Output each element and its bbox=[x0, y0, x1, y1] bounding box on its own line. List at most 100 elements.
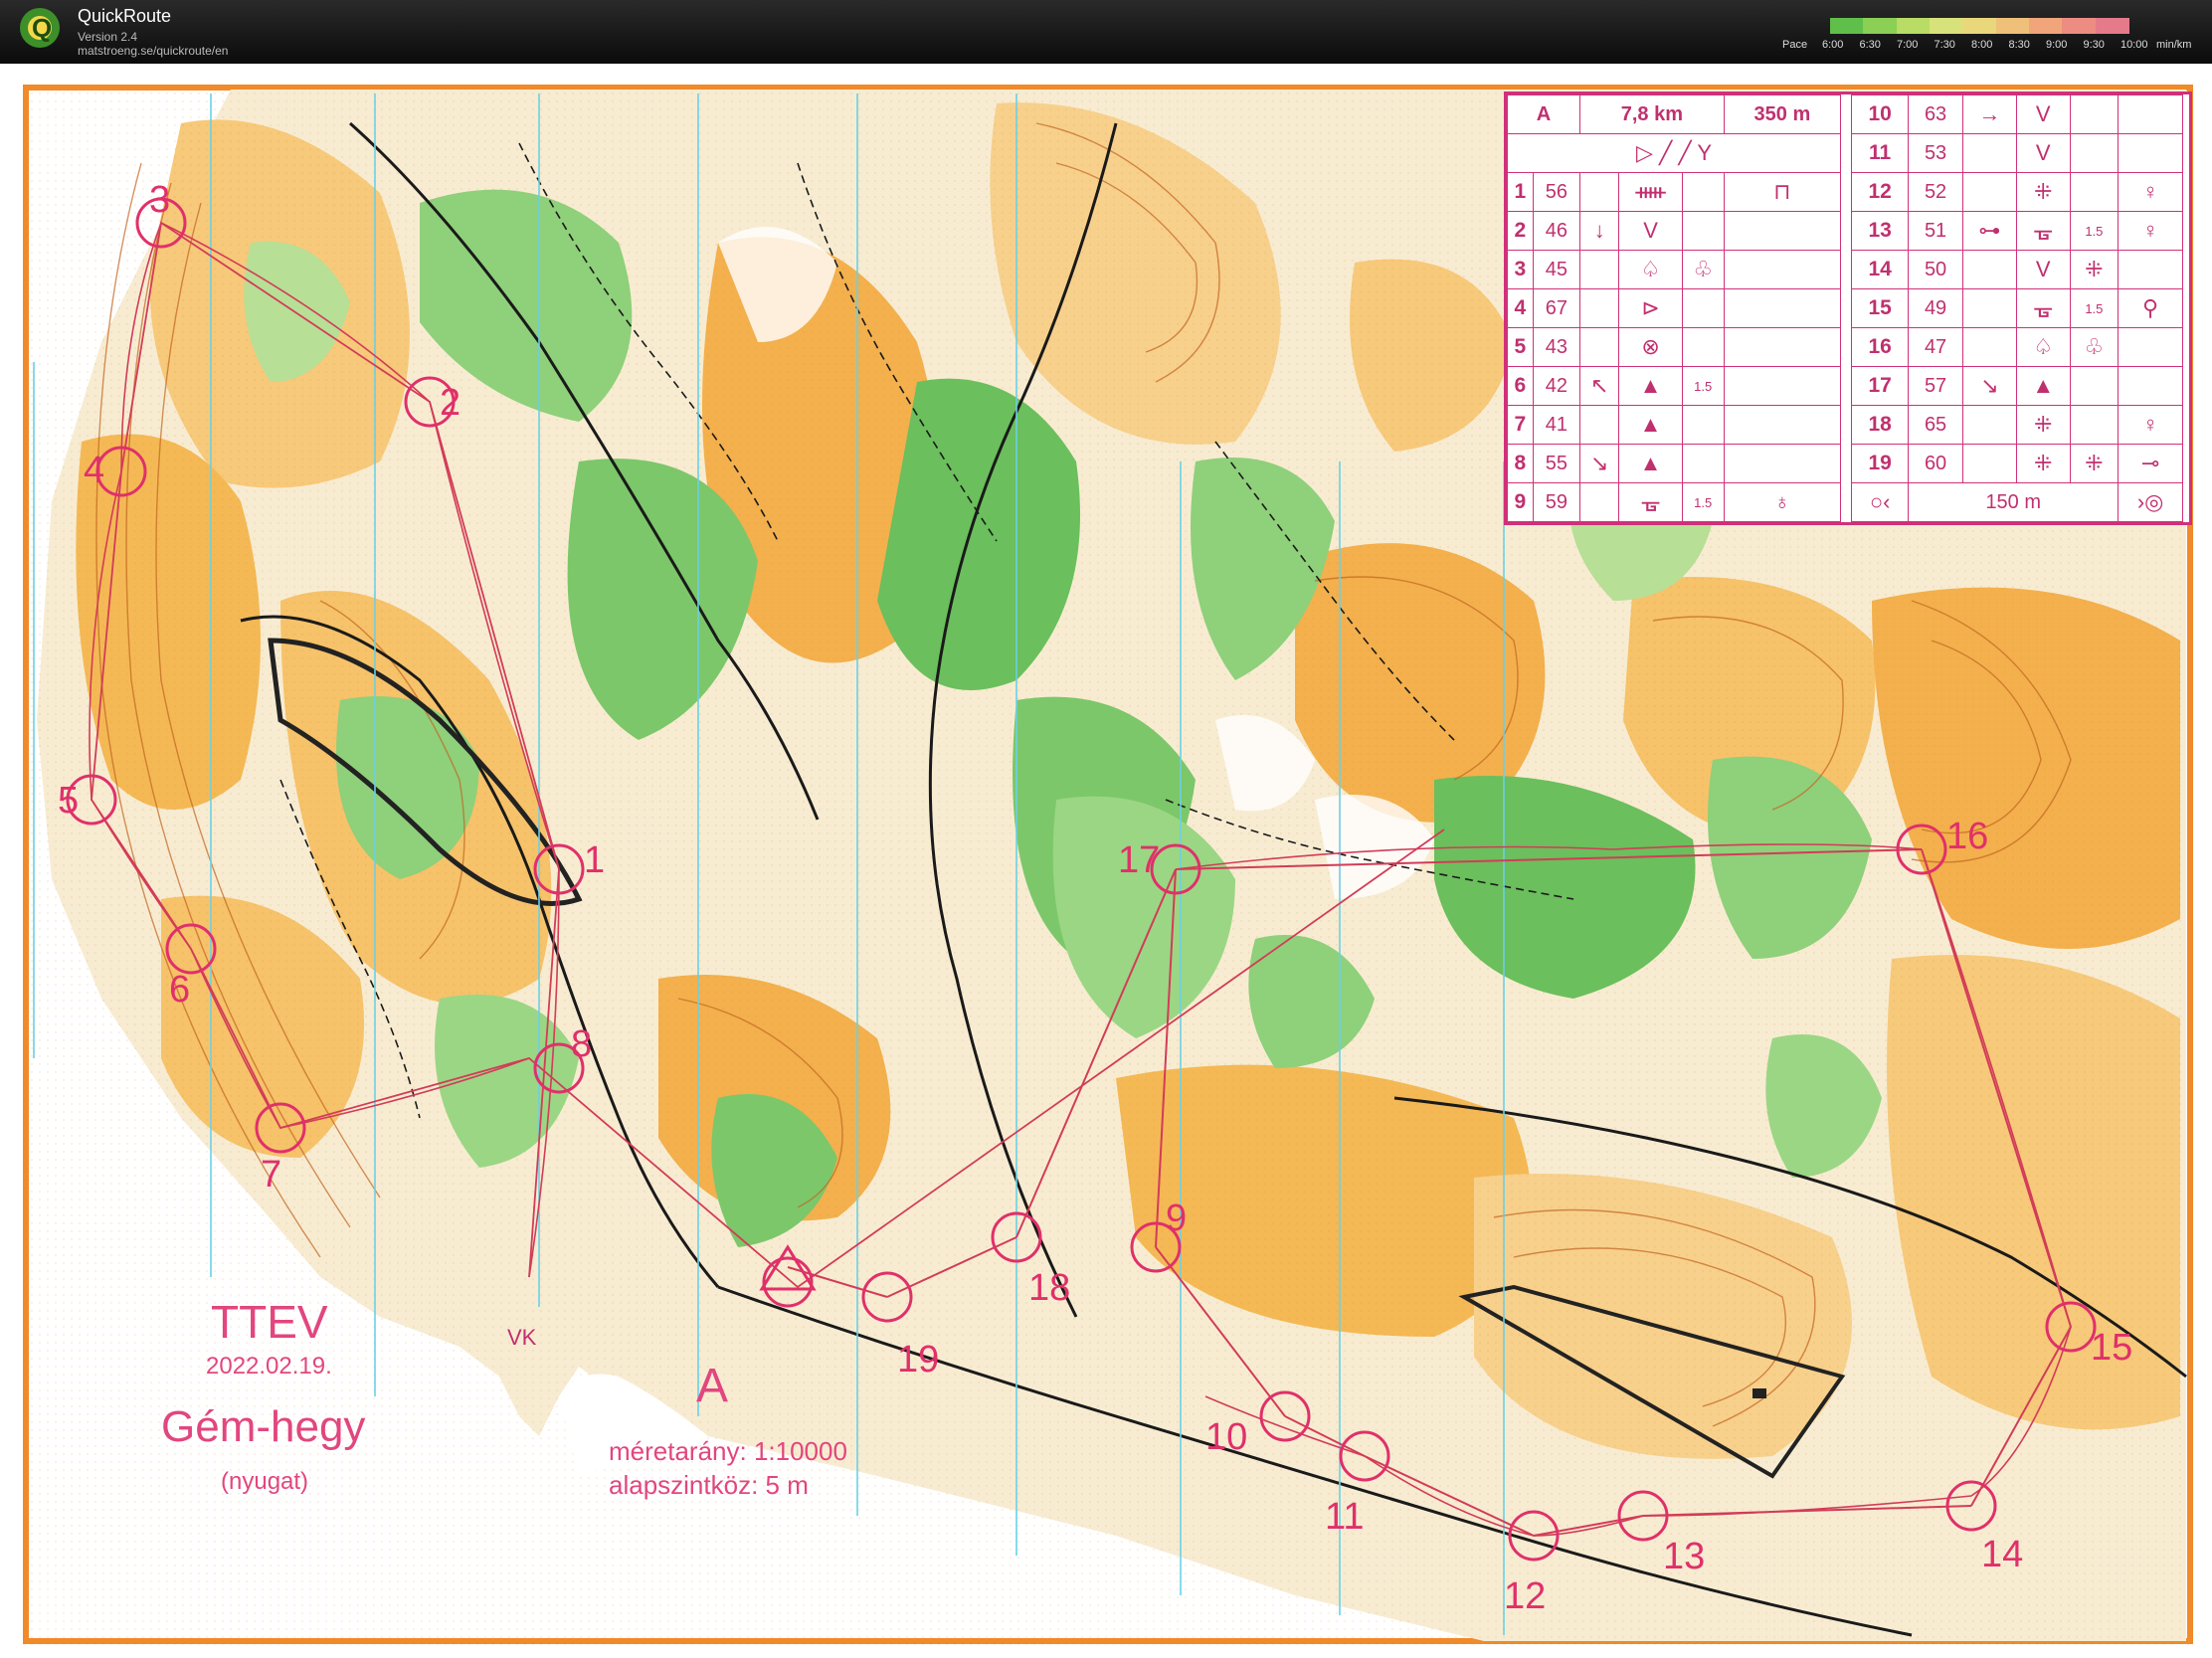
description-cell bbox=[1961, 133, 2017, 173]
description-cell bbox=[2069, 94, 2120, 134]
description-table-left: A 7,8 km 350 m ▷ ╱ ╱ Y 1 56 ᚔ ⊓ 2 46 ↓ V 3 45 ♤ ♧ 4 6… bbox=[1507, 94, 1842, 522]
description-cell: 18 bbox=[1850, 405, 1910, 445]
description-row: 5 43 ⊗ bbox=[1507, 327, 1842, 367]
desc-course: A bbox=[1507, 94, 1580, 134]
description-cell bbox=[2069, 405, 2120, 445]
quickroute-logo: Q bbox=[20, 8, 60, 48]
description-cell bbox=[2118, 133, 2183, 173]
pace-tick-label: 8:30 bbox=[2008, 39, 2030, 51]
description-cell: 9 bbox=[1507, 482, 1534, 522]
pace-color-scale bbox=[1830, 18, 2129, 34]
description-cell bbox=[2118, 94, 2183, 134]
description-cell bbox=[2069, 133, 2120, 173]
description-row: 10 63 → V bbox=[1850, 94, 2183, 134]
pace-swatch bbox=[1930, 18, 1964, 34]
description-cell bbox=[1961, 250, 2017, 289]
description-row: 14 50 V ⁜ bbox=[1850, 250, 2183, 289]
description-cell: ⊸ bbox=[2118, 444, 2183, 483]
description-cell: ⊳ bbox=[1618, 288, 1683, 328]
description-cell: ⁜ bbox=[2069, 444, 2120, 483]
description-cell: 17 bbox=[1850, 366, 1910, 406]
description-cell: ♤ bbox=[2015, 327, 2071, 367]
description-cell bbox=[1681, 211, 1725, 251]
description-row: 12 52 ⁜ ♀ bbox=[1850, 172, 2183, 212]
description-cell: V bbox=[1618, 211, 1683, 251]
description-cell bbox=[1723, 288, 1842, 328]
description-row: 8 55 ↘ ▲ bbox=[1507, 444, 1842, 483]
description-cell bbox=[1578, 482, 1620, 522]
vk-marker: VK bbox=[507, 1325, 537, 1350]
description-cell: V bbox=[2015, 250, 2071, 289]
description-cell: 1 bbox=[1507, 172, 1534, 212]
area-subtitle: (nyugat) bbox=[221, 1468, 309, 1495]
description-cell: ♧ bbox=[2069, 327, 2120, 367]
description-cell bbox=[1961, 327, 2017, 367]
control-number: 9 bbox=[1166, 1197, 1188, 1239]
description-cell: ▲ bbox=[1618, 366, 1683, 406]
description-row: 17 57 ↘ ▲ bbox=[1850, 366, 2183, 406]
orienteering-map[interactable]: 1 2 3 4 5 6 7 8 9 10 11 12 13 14 15 16 17 18 19 TTEV 2022.… bbox=[22, 84, 2194, 1645]
description-cell: ♀ bbox=[2118, 211, 2183, 251]
description-table-right: 10 63 → V 11 53 V 12 52 ⁜ ♀ 13 51 ⊶ ᚗ 1.5 ♀ 14 50 V ⁜ 15 49 ᚗ 1.… bbox=[1850, 94, 2183, 522]
description-cell bbox=[1681, 405, 1725, 445]
description-cell: 15 bbox=[1850, 288, 1910, 328]
description-cell: ᚔ bbox=[1618, 172, 1683, 212]
description-cell: 49 bbox=[1908, 288, 1963, 328]
description-cell: 42 bbox=[1532, 366, 1580, 406]
control-number: 17 bbox=[1118, 839, 1161, 881]
pace-tick-label: 9:30 bbox=[2083, 39, 2105, 51]
description-cell: 11 bbox=[1850, 133, 1910, 173]
description-cell: 59 bbox=[1532, 482, 1580, 522]
description-cell: 1.5 bbox=[2069, 211, 2120, 251]
description-cell: 1.5 bbox=[2069, 288, 2120, 328]
pace-swatch bbox=[2029, 18, 2064, 34]
description-cell: ▲ bbox=[2015, 366, 2071, 406]
description-cell bbox=[1961, 172, 2017, 212]
description-cell: 57 bbox=[1908, 366, 1963, 406]
description-row: 15 49 ᚗ 1.5 ⚲ bbox=[1850, 288, 2183, 328]
control-number: 7 bbox=[261, 1154, 282, 1196]
description-row: 3 45 ♤ ♧ bbox=[1507, 250, 1842, 289]
map-scale: méretarány: 1:10000 bbox=[609, 1436, 847, 1466]
control-number: 14 bbox=[1981, 1534, 2024, 1575]
description-cell: 55 bbox=[1532, 444, 1580, 483]
event-date: 2022.02.19. bbox=[206, 1353, 332, 1380]
description-cell: 43 bbox=[1532, 327, 1580, 367]
pace-tick-label: 6:30 bbox=[1859, 39, 1881, 51]
control-number: 12 bbox=[1504, 1575, 1547, 1617]
description-cell: 5 bbox=[1507, 327, 1534, 367]
app-url: matstroeng.se/quickroute/en bbox=[78, 44, 229, 58]
pace-swatch bbox=[2095, 18, 2129, 34]
description-cell bbox=[2118, 327, 2183, 367]
description-cell bbox=[1961, 405, 2017, 445]
description-row: 13 51 ⊶ ᚗ 1.5 ♀ bbox=[1850, 211, 2183, 251]
description-row: 18 65 ⁜ ♀ bbox=[1850, 405, 2183, 445]
control-number: 19 bbox=[897, 1339, 940, 1381]
description-row: 16 47 ♤ ♧ bbox=[1850, 327, 2183, 367]
area-name: Gém-hegy bbox=[161, 1402, 366, 1451]
description-cell: ↘ bbox=[1961, 366, 2017, 406]
description-cell: ⁜ bbox=[2015, 172, 2071, 212]
description-cell: 8 bbox=[1507, 444, 1534, 483]
pace-swatch bbox=[1995, 18, 2030, 34]
description-cell: → bbox=[1961, 94, 2017, 134]
description-cell bbox=[1723, 250, 1842, 289]
description-cell: 47 bbox=[1908, 327, 1963, 367]
description-cell bbox=[1578, 288, 1620, 328]
description-cell: 41 bbox=[1532, 405, 1580, 445]
pace-unit: min/km bbox=[2156, 39, 2192, 51]
app-version: Version 2.4 bbox=[78, 30, 138, 44]
description-cell: 1.5 bbox=[1681, 482, 1725, 522]
description-cell: V bbox=[2015, 94, 2071, 134]
description-cell: 46 bbox=[1532, 211, 1580, 251]
description-cell: 3 bbox=[1507, 250, 1534, 289]
description-row: 19 60 ⁜ ⁜ ⊸ bbox=[1850, 444, 2183, 483]
description-cell bbox=[1681, 288, 1725, 328]
description-cell: 10 bbox=[1850, 94, 1910, 134]
pace-swatch bbox=[1863, 18, 1898, 34]
description-cell: ⊓ bbox=[1723, 172, 1842, 212]
description-row: 11 53 V bbox=[1850, 133, 2183, 173]
description-cell: 19 bbox=[1850, 444, 1910, 483]
logo-letter: Q bbox=[32, 13, 52, 43]
description-cell: 53 bbox=[1908, 133, 1963, 173]
